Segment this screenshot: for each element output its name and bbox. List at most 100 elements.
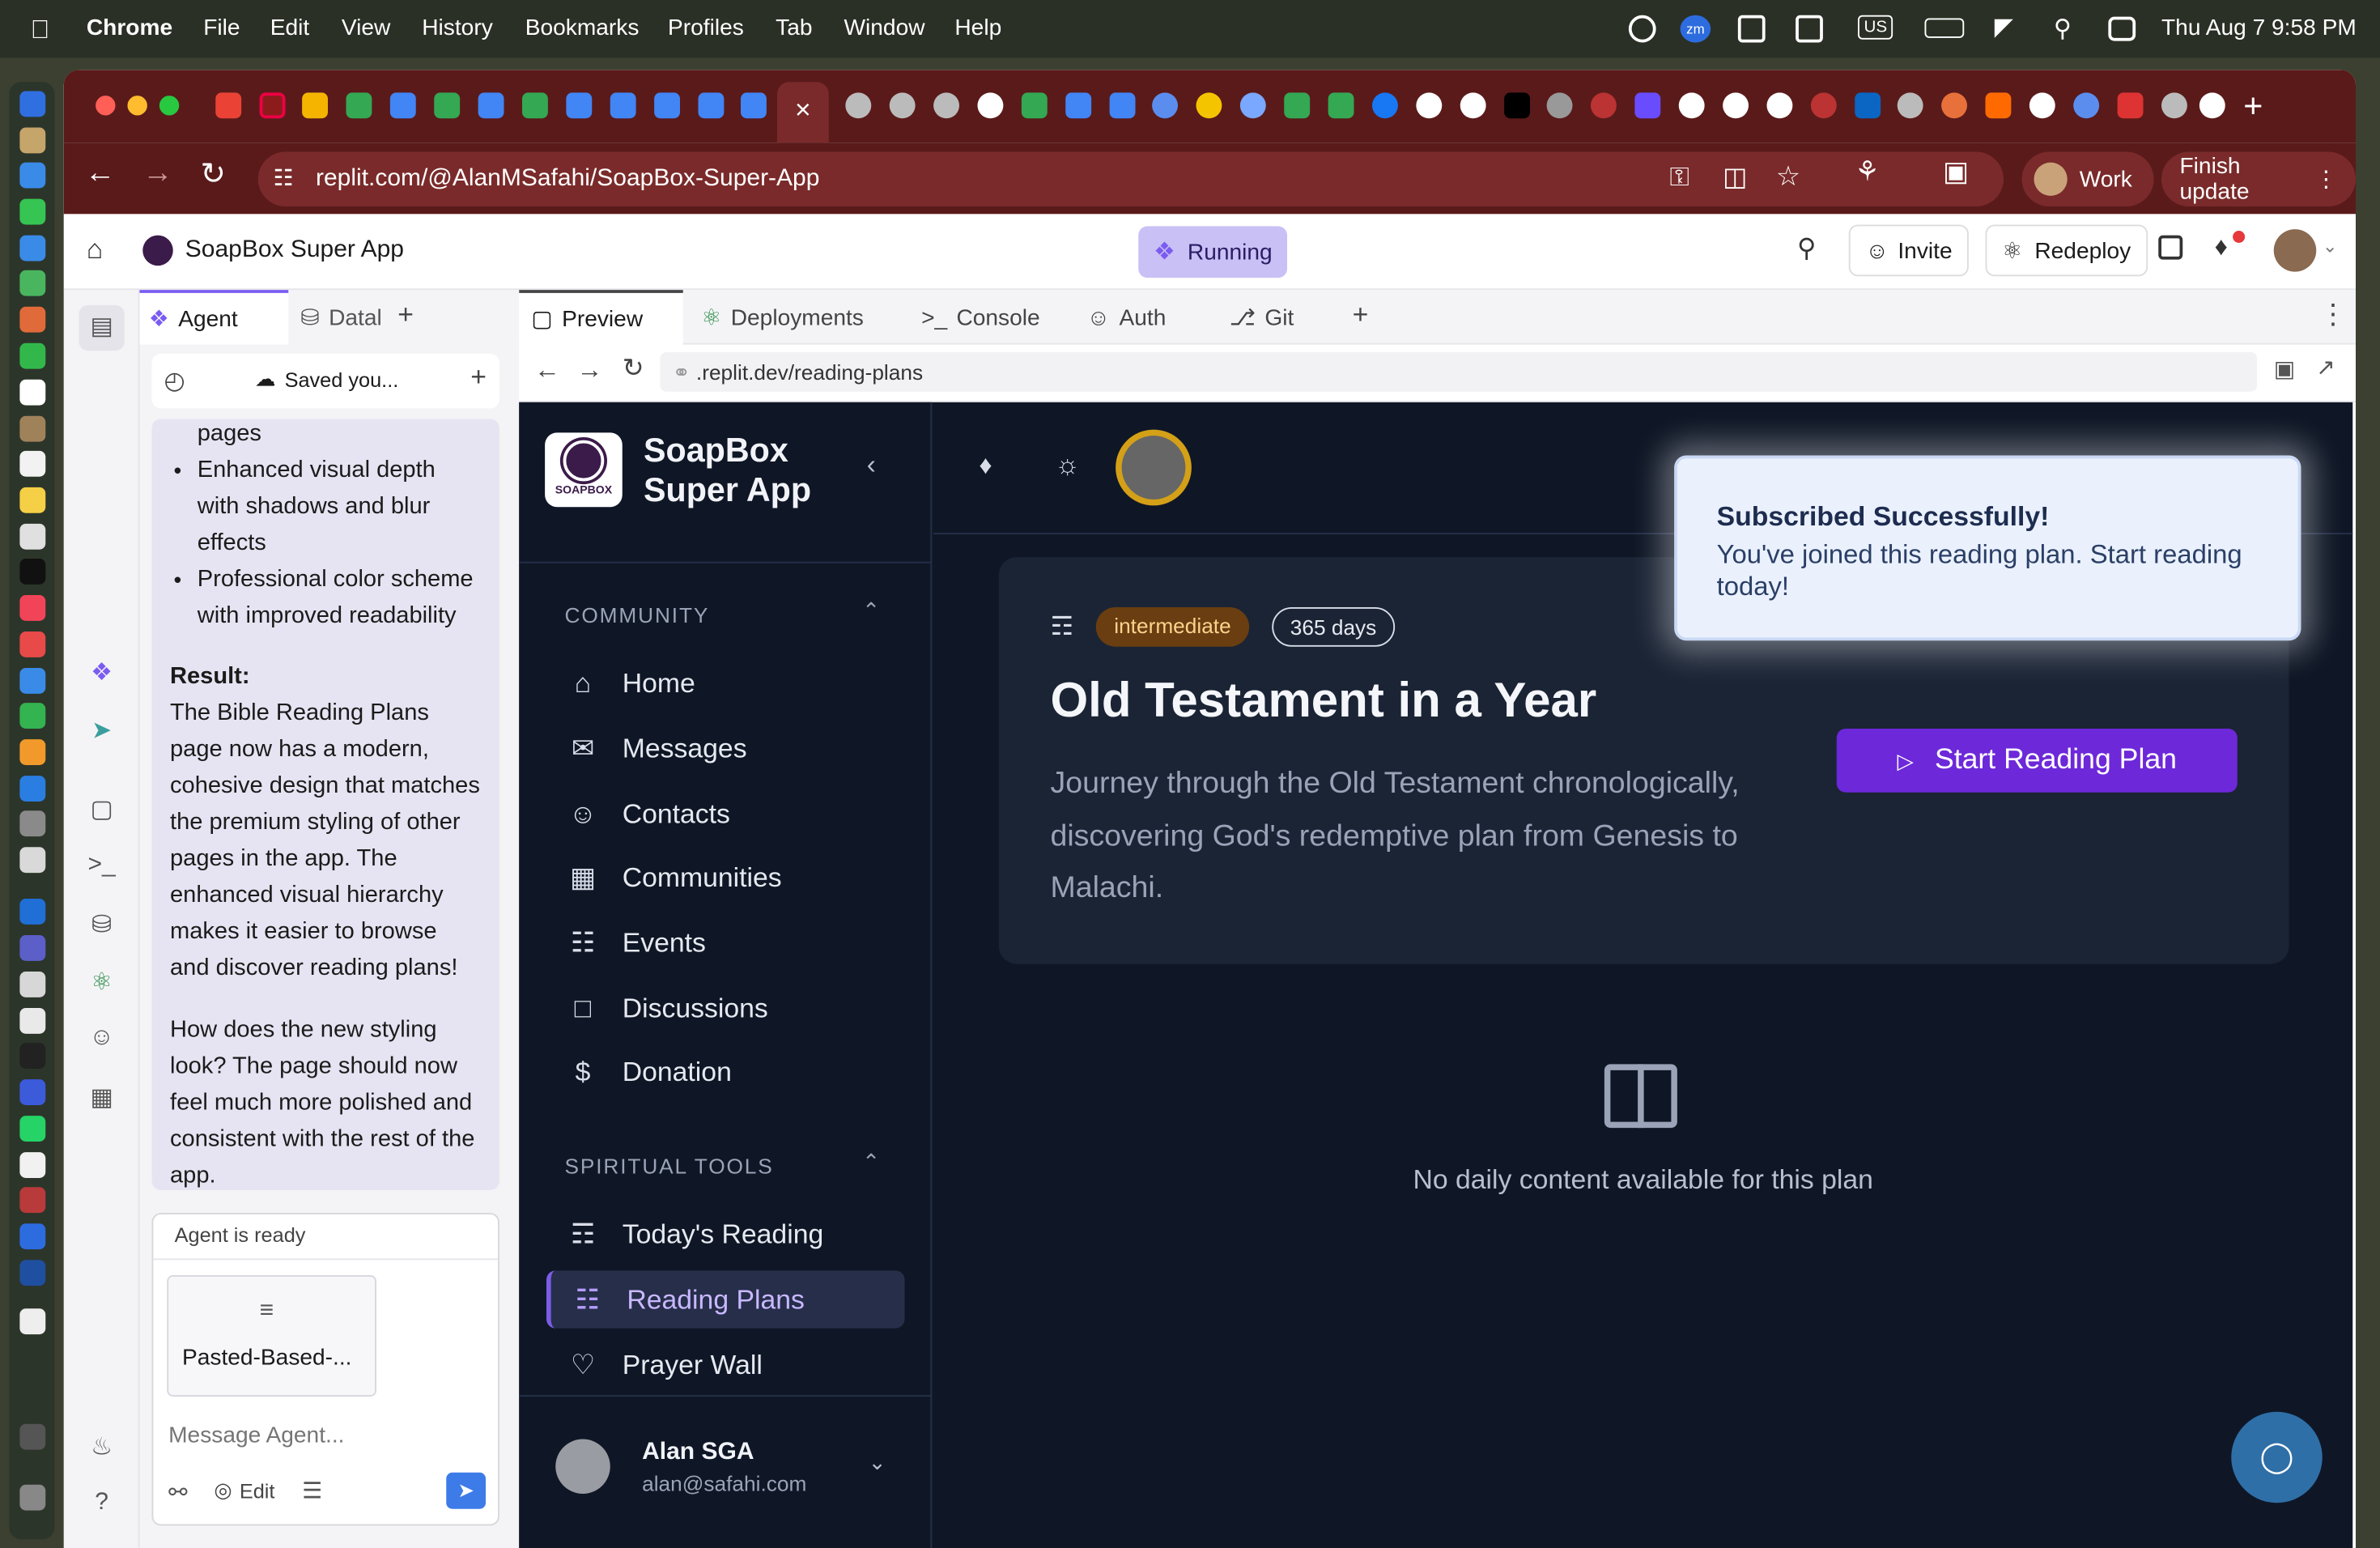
tab-x-icon[interactable] [1504,92,1530,119]
dock-photos-icon[interactable] [19,306,46,333]
nav-donation[interactable]: $ Donation [546,1043,905,1100]
tab-git[interactable]: ⎇ Git [1230,290,1294,345]
chevron-down-icon[interactable]: ⌄ [2323,236,2338,257]
message-input[interactable] [168,1414,485,1455]
tab-gmail-icon[interactable] [215,92,242,119]
dock-maps-icon[interactable] [19,270,46,296]
dock-contacts-icon[interactable] [19,415,46,442]
tab-icon[interactable] [889,92,916,119]
tab-docs-icon[interactable] [1065,92,1092,119]
tab-docs-icon[interactable] [610,92,636,119]
dock-finder-icon[interactable] [19,91,46,117]
user-avatar[interactable] [2273,229,2317,272]
agent-icon[interactable]: ❖ [87,657,117,688]
install-app-icon[interactable]: ◫ [1723,163,1747,194]
tab-icon[interactable] [2073,92,2100,119]
menu-bookmarks[interactable]: Bookmarks [525,15,640,41]
preview-icon[interactable]: ▢ [87,794,117,825]
redeploy-button[interactable]: ⚛ Redeploy [1985,224,2148,277]
dock-app-icon[interactable] [19,1008,46,1034]
tab-linkedin-icon[interactable] [1855,92,1881,119]
nav-reading-plans[interactable]: ☷ Reading Plans [546,1270,905,1329]
dock-mail-icon[interactable] [19,235,46,262]
tab-icon[interactable] [2161,92,2187,119]
section-collapse-icon[interactable]: ⌃ [862,598,880,624]
dock-reminders-icon[interactable] [19,450,46,477]
dock-facetime-icon[interactable] [19,342,46,369]
outlook-status-icon[interactable] [1737,15,1766,43]
tab-sheets-icon[interactable] [1328,92,1354,119]
dock-whatsapp-icon[interactable] [19,1116,46,1142]
tab-deployments[interactable]: ⚛ Deployments [701,290,864,345]
tab-google-icon[interactable] [1460,92,1486,119]
pane-menu-icon[interactable]: ⋮ [2319,299,2347,330]
tab-sheets-icon[interactable] [434,92,461,119]
nav-todays-reading[interactable]: ☶ Today's Reading [546,1206,905,1263]
url-text[interactable]: replit.com/@AlanMSafahi/SoapBox-Super-Ap… [316,165,819,193]
theme-sun-icon[interactable]: ☼ [1055,449,1080,481]
tab-docs-icon[interactable] [698,92,725,119]
dock-pages-icon[interactable] [19,739,46,765]
teams-status-icon[interactable] [1796,15,1823,43]
tab-google-icon[interactable] [1766,92,1793,119]
dock-keynote-icon[interactable] [19,668,46,694]
tab-github-icon[interactable] [1416,92,1443,119]
tab-agent[interactable]: ❖ Agent [139,290,289,345]
chat-fab-icon[interactable]: ◯ [2231,1411,2323,1503]
tab-google-icon[interactable] [1678,92,1705,119]
dock-settings-icon[interactable] [19,810,46,837]
section-collapse-icon[interactable]: ⌃ [862,1149,880,1175]
collapse-sidebar-icon[interactable]: ‹ [867,449,876,481]
finish-update-button[interactable]: Finish update ⋮ [2161,151,2356,206]
tab-console[interactable]: >_ Console [921,290,1040,345]
minimize-window-icon[interactable] [127,96,147,116]
tab-docs-icon[interactable] [389,92,416,119]
project-logo[interactable] [142,235,173,266]
battery-icon[interactable] [1924,18,1965,38]
menu-history[interactable]: History [422,15,493,41]
tab-gemini-icon[interactable] [1239,92,1266,119]
tab-icon[interactable] [259,92,286,119]
dock-downloads-icon[interactable] [19,1423,46,1450]
tab-icon[interactable] [1985,92,2012,119]
profile-button[interactable]: Work [2021,151,2154,206]
assistant-icon[interactable]: ➤ [87,715,117,746]
bookmark-star-icon[interactable]: ☆ [1776,161,1800,193]
tab-icon[interactable] [1546,92,1573,119]
close-window-icon[interactable] [96,96,116,116]
omnibox[interactable]: ☷ replit.com/@AlanMSafahi/SoapBox-Super-… [257,151,2004,206]
input-source-icon[interactable]: US [1858,15,1893,40]
menu-clock[interactable]: Thu Aug 7 9:58 PM [2161,15,2357,41]
bell-icon[interactable]: ♦ [979,451,992,482]
nav-events[interactable]: ☷ Events [546,914,905,972]
tab-docs-icon[interactable] [1109,92,1136,119]
tab-docs-icon[interactable] [566,92,593,119]
tab-icon[interactable] [1810,92,1837,119]
fullscreen-window-icon[interactable] [159,96,180,116]
all-tools-icon[interactable]: ▦ [87,1082,117,1113]
tab-facebook-icon[interactable] [1372,92,1398,119]
dock-music-icon[interactable] [19,595,46,621]
nav-messages[interactable]: ✉ Messages [546,720,905,777]
deployments-icon[interactable]: ⚛ [87,967,117,997]
status-icon[interactable] [1628,15,1656,43]
tab-sheets-icon[interactable] [346,92,372,119]
zoom-status-icon[interactable]: zm [1680,15,1711,43]
history-icon[interactable]: ◴ [164,366,185,397]
back-icon[interactable]: ← [85,156,116,191]
spotlight-search-icon[interactable]: ⚲ [2054,14,2072,45]
tab-google-icon[interactable] [2199,92,2225,119]
tab-sheets-icon[interactable] [522,92,548,119]
site-info-icon[interactable]: ☷ [274,164,294,191]
dock-document-icon[interactable] [19,1308,46,1335]
dock-numbers-icon[interactable] [19,703,46,729]
new-tab-icon[interactable]: + [2243,87,2263,126]
devices-icon[interactable]: ▣ [2274,355,2296,383]
tab-icon[interactable] [1634,92,1661,119]
tab-icon[interactable] [933,92,959,119]
database-icon[interactable]: ⛁ [87,909,117,940]
dock-tv-icon[interactable] [19,559,46,585]
tab-icon[interactable] [1941,92,1967,119]
preview-forward-icon[interactable]: → [577,355,603,386]
nav-communities[interactable]: ▦ Communities [546,848,905,906]
